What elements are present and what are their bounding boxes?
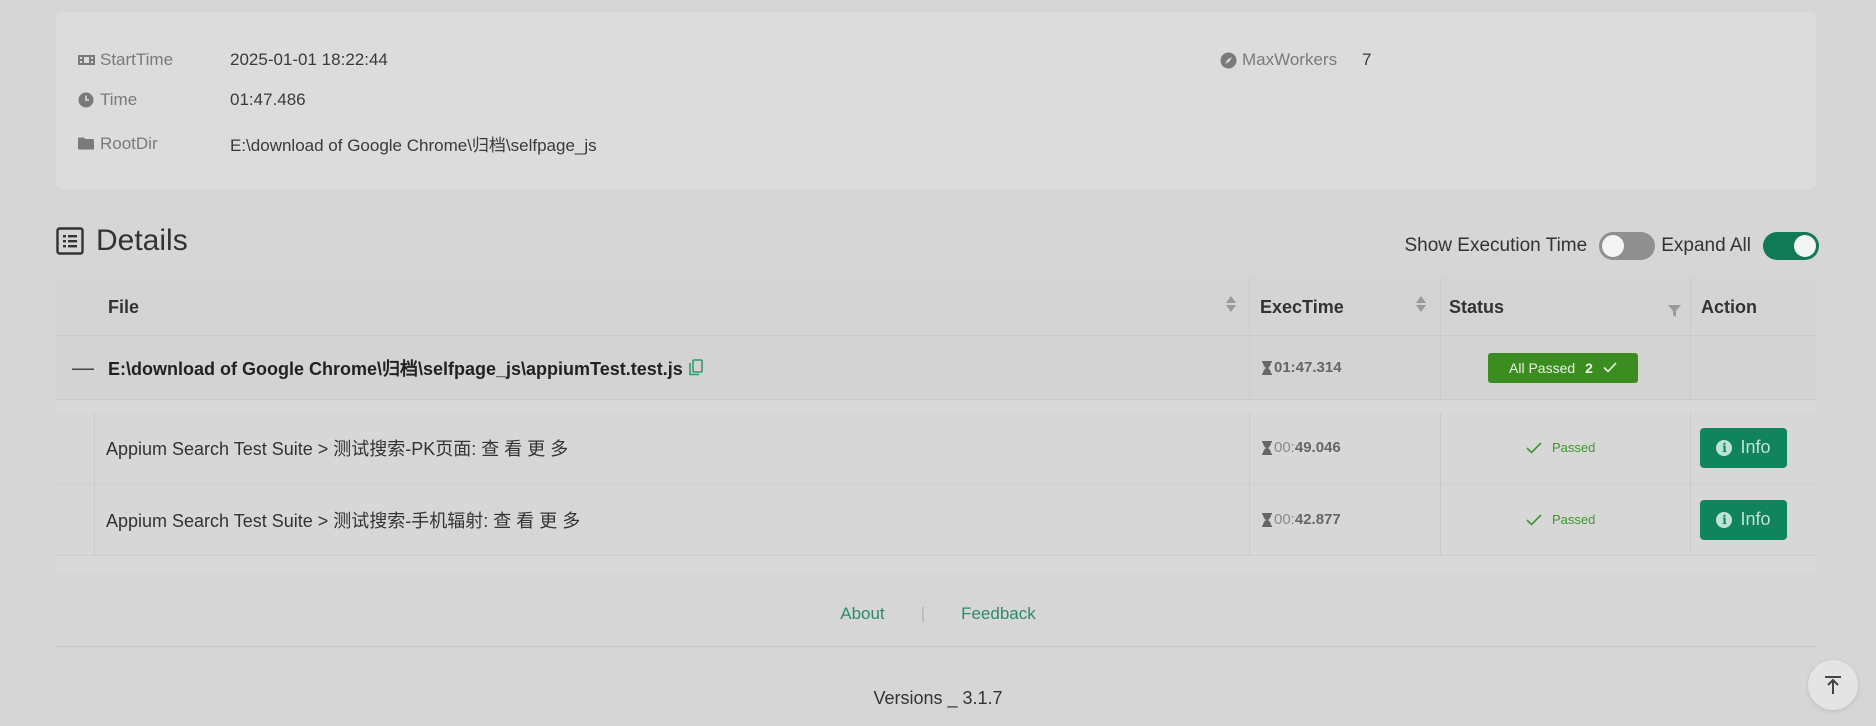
compass-icon [1220,52,1242,69]
column-header-file[interactable]: File [108,278,139,336]
folder-icon [78,137,100,150]
column-divider [1440,336,1441,400]
test-status-cell: Passed [1526,484,1595,555]
hourglass-icon [1262,512,1272,527]
time-label: Time [100,90,138,109]
details-heading: Details [56,224,188,258]
action-cell: i Info [1700,412,1787,483]
details-toggles: Show Execution Time Expand All [1404,232,1819,260]
column-divider [1690,336,1691,400]
switch-knob [1794,235,1816,257]
root-dir-value: E:\download of Google Chrome\归档\selfpage… [230,136,597,155]
action-cell: i Info [1700,484,1787,555]
group-status-cell: All Passed 2 [1488,336,1638,399]
copy-icon[interactable] [688,359,703,376]
hourglass-icon [1262,360,1272,375]
group-exec-time: 01:47.314 [1262,336,1342,399]
footer-links: About | Feedback [0,604,1876,624]
column-divider [1249,412,1250,484]
column-divider [1440,484,1441,556]
root-dir-row: RootDir E:\download of Google Chrome\归档\… [78,131,597,156]
start-time-row: StartTime 2025-01-01 18:22:44 [78,50,388,70]
sort-file-icon[interactable] [1226,296,1236,312]
footer-separator: | [920,604,926,623]
root-dir-label: RootDir [100,133,158,153]
about-link[interactable]: About [840,604,884,624]
column-divider [1249,336,1250,400]
test-exec-time: 00: 49.046 [1262,412,1341,483]
test-status-cell: Passed [1526,412,1595,483]
column-divider [1690,484,1691,556]
start-time-label: StartTime [100,50,174,69]
column-header-action: Action [1701,296,1757,317]
hourglass-icon [1262,440,1272,455]
column-header-status[interactable]: Status [1449,278,1504,336]
film-icon [78,54,100,66]
file-path-cell: E:\download of Google Chrome\归档\selfpage… [108,336,703,399]
expand-all-switch[interactable] [1763,232,1819,260]
test-title-cell: Appium Search Test Suite > 测试搜索-手机辐射: 查 … [106,484,580,555]
max-workers-value: 7 [1362,50,1372,69]
time-value: 01:47.486 [230,90,306,109]
feedback-link[interactable]: Feedback [961,604,1036,624]
info-button[interactable]: i Info [1700,499,1787,540]
list-icon [56,227,84,255]
test-title: Appium Search Test Suite > 测试搜索-手机辐射: 查 … [106,510,581,531]
results-table: File ExecTime Status Action — E:\downloa… [56,278,1816,572]
expand-all-label: Expand All [1661,235,1751,256]
max-workers-row: MaxWorkers 7 [1220,50,1371,70]
back-to-top-button[interactable] [1808,660,1858,710]
all-passed-badge: All Passed 2 [1488,352,1638,383]
indent-divider [94,484,95,556]
table-header: File ExecTime Status Action [56,278,1816,336]
arrow-up-to-line-icon [1825,676,1841,694]
column-divider [1440,412,1441,484]
test-title: Appium Search Test Suite > 测试搜索-PK页面: 查 … [106,438,569,459]
column-divider [1690,278,1691,336]
info-icon: i [1716,511,1733,528]
report-page: StartTime 2025-01-01 18:22:44 Time 01:47… [0,0,1876,726]
check-icon [1526,441,1542,454]
sort-exectime-icon[interactable] [1416,296,1426,312]
column-divider [1249,484,1250,556]
filter-status-icon[interactable] [1668,301,1681,322]
info-button[interactable]: i Info [1700,427,1787,468]
column-divider [1440,278,1441,336]
start-time-value: 2025-01-01 18:22:44 [230,50,388,69]
test-exec-time: 00: 42.877 [1262,484,1341,555]
details-title: Details [96,224,188,257]
column-divider [1249,278,1250,336]
check-icon [1603,362,1617,373]
table-row[interactable]: Appium Search Test Suite > 测试搜索-PK页面: 查 … [56,412,1816,484]
info-icon: i [1716,439,1733,456]
file-path: E:\download of Google Chrome\归档\selfpage… [108,358,683,379]
column-header-exectime[interactable]: ExecTime [1260,278,1344,336]
show-exec-time-label: Show Execution Time [1404,235,1588,256]
clock-icon [78,92,100,108]
switch-knob [1602,235,1625,257]
footer-divider [56,646,1816,647]
indent-divider [94,412,95,484]
passed-status: Passed [1526,440,1595,455]
version-text: Versions _ 3.1.7 [873,688,1003,708]
summary-card: StartTime 2025-01-01 18:22:44 Time 01:47… [56,12,1816,189]
max-workers-label: MaxWorkers [1242,50,1338,69]
show-exec-time-switch[interactable] [1599,232,1656,260]
collapse-toggle[interactable]: — [68,336,98,399]
time-row: Time 01:47.486 [78,90,306,110]
check-icon [1526,513,1542,526]
passed-status: Passed [1526,512,1595,527]
file-group-row[interactable]: — E:\download of Google Chrome\归档\selfpa… [56,336,1816,400]
table-row[interactable]: Appium Search Test Suite > 测试搜索-手机辐射: 查 … [56,484,1816,556]
column-divider [1690,412,1691,484]
test-title-cell: Appium Search Test Suite > 测试搜索-PK页面: 查 … [106,412,568,483]
